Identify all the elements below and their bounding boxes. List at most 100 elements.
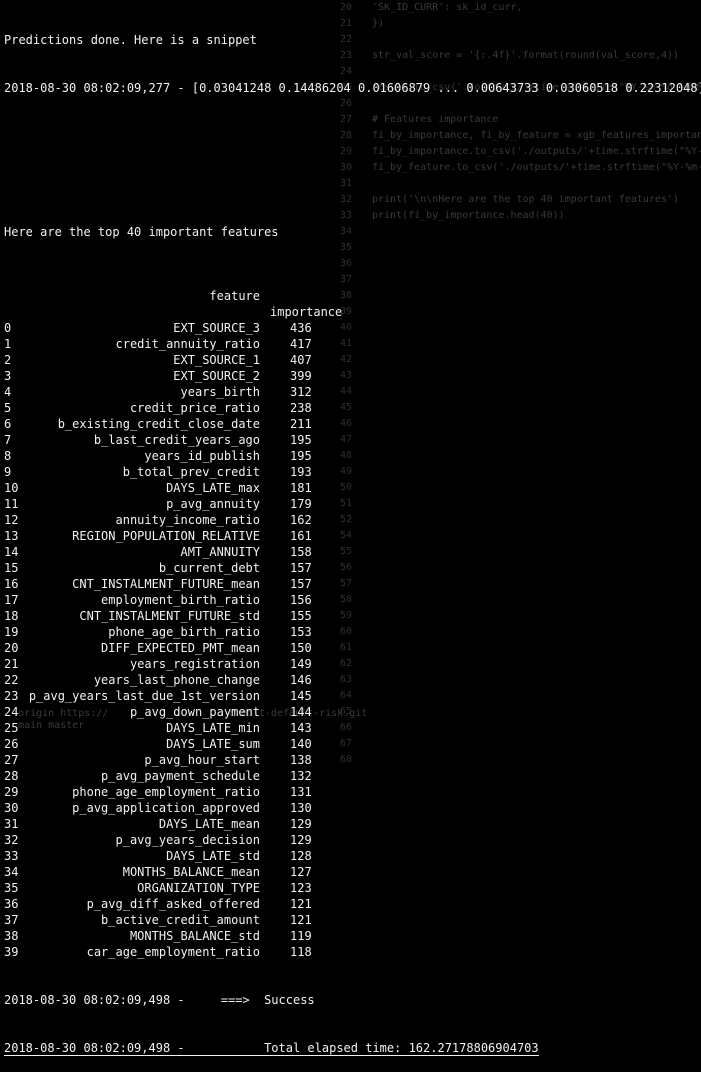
feature-name: MONTHS_BALANCE_mean <box>122 865 260 879</box>
table-row: 0 EXT_SOURCE_3 436 <box>4 320 701 336</box>
features-heading: Here are the top 40 important features <box>4 225 279 239</box>
feature-name: DIFF_EXPECTED_PMT_mean <box>101 641 260 655</box>
row-index: 11 <box>4 497 19 511</box>
row-index: 17 <box>4 593 19 607</box>
feature-table: 0 EXT_SOURCE_3 436 1 credit_annuity_ratio 417… <box>4 320 701 960</box>
table-row: 13 REGION_POPULATION_RELATIVE 161 <box>4 528 701 544</box>
importance-value: 128 <box>290 849 312 863</box>
table-row: 32 p_avg_years_decision 129 <box>4 832 701 848</box>
importance-value: 399 <box>290 369 312 383</box>
table-row: 11 p_avg_annuity 179 <box>4 496 701 512</box>
row-index: 30 <box>4 801 19 815</box>
table-row: 9 b_total_prev_credit 193 <box>4 464 701 480</box>
table-row: 34 MONTHS_BALANCE_mean 127 <box>4 864 701 880</box>
row-index: 6 <box>4 417 12 431</box>
table-row: 36 p_avg_diff_asked_offered 121 <box>4 896 701 912</box>
importance-value: 162 <box>290 513 312 527</box>
row-index: 26 <box>4 737 19 751</box>
importance-value: 157 <box>290 561 312 575</box>
table-row: 17 employment_birth_ratio 156 <box>4 592 701 608</box>
feature-name: p_avg_hour_start <box>144 753 260 767</box>
importance-value: 131 <box>290 785 312 799</box>
elapsed-time-text: 2018-08-30 08:02:09,498 - Total elapsed … <box>4 1041 539 1056</box>
feature-name: b_total_prev_credit <box>122 465 260 479</box>
table-row: 22 years_last_phone_change 146 <box>4 672 701 688</box>
feature-name: DAYS_LATE_std <box>166 849 260 863</box>
table-row: 10 DAYS_LATE_max 181 <box>4 480 701 496</box>
row-index: 16 <box>4 577 19 591</box>
table-row: 3 EXT_SOURCE_2 399 <box>4 368 701 384</box>
terminal-output[interactable]: Predictions done. Here is a snippet 2018… <box>4 0 701 1072</box>
importance-value: 238 <box>290 401 312 415</box>
column-header-importance: importance <box>270 305 343 319</box>
feature-name: phone_age_employment_ratio <box>72 785 260 799</box>
feature-name: credit_annuity_ratio <box>115 337 261 351</box>
feature-name: AMT_ANNUITY <box>180 545 260 559</box>
table-row: 16 CNT_INSTALMENT_FUTURE_mean 157 <box>4 576 701 592</box>
table-row: 20 DIFF_EXPECTED_PMT_mean 150 <box>4 640 701 656</box>
importance-value: 156 <box>290 593 312 607</box>
importance-value: 121 <box>290 897 312 911</box>
table-row: 27 p_avg_hour_start 138 <box>4 752 701 768</box>
feature-name: MONTHS_BALANCE_std <box>129 929 260 943</box>
row-index: 5 <box>4 401 12 415</box>
feature-name: CNT_INSTALMENT_FUTURE_std <box>79 609 260 623</box>
feature-name: phone_age_birth_ratio <box>108 625 260 639</box>
table-row: 28 p_avg_payment_schedule 132 <box>4 768 701 784</box>
importance-value: 118 <box>290 945 312 959</box>
importance-value: 145 <box>290 689 312 703</box>
feature-name: years_registration <box>129 657 260 671</box>
feature-name: ORGANIZATION_TYPE <box>137 881 260 895</box>
table-row: 21 years_registration 149 <box>4 656 701 672</box>
feature-name: years_birth <box>180 385 260 399</box>
importance-value: 146 <box>290 673 312 687</box>
row-index: 9 <box>4 465 12 479</box>
row-index: 34 <box>4 865 19 879</box>
feature-name: p_avg_annuity <box>166 497 260 511</box>
row-index: 32 <box>4 833 19 847</box>
row-index: 0 <box>4 321 12 335</box>
row-index: 31 <box>4 817 19 831</box>
row-index: 27 <box>4 753 19 767</box>
row-index: 35 <box>4 881 19 895</box>
prediction-snippet-line: 2018-08-30 08:02:09,277 - [0.03041248 0.… <box>4 81 701 95</box>
column-header-feature: feature <box>209 289 260 303</box>
row-index: 20 <box>4 641 19 655</box>
importance-value: 129 <box>290 833 312 847</box>
importance-value: 158 <box>290 545 312 559</box>
row-index: 36 <box>4 897 19 911</box>
table-row: 6 b_existing_credit_close_date 211 <box>4 416 701 432</box>
table-row: 8 years_id_publish 195 <box>4 448 701 464</box>
table-row: 19 phone_age_birth_ratio 153 <box>4 624 701 640</box>
table-row: 38 MONTHS_BALANCE_std 119 <box>4 928 701 944</box>
table-row: 23 p_avg_years_last_due_1st_version 145 <box>4 688 701 704</box>
importance-value: 211 <box>290 417 312 431</box>
feature-name: DAYS_LATE_mean <box>158 817 260 831</box>
importance-value: 312 <box>290 385 312 399</box>
table-row: 39 car_age_employment_ratio 118 <box>4 944 701 960</box>
row-index: 14 <box>4 545 19 559</box>
importance-value: 149 <box>290 657 312 671</box>
importance-value: 157 <box>290 577 312 591</box>
feature-name: EXT_SOURCE_2 <box>173 369 260 383</box>
row-index: 33 <box>4 849 19 863</box>
row-index: 21 <box>4 657 19 671</box>
prediction-status-line: Predictions done. Here is a snippet <box>4 33 257 47</box>
feature-name: EXT_SOURCE_1 <box>173 353 260 367</box>
feature-name: p_avg_down_payment <box>129 705 260 719</box>
row-index: 22 <box>4 673 19 687</box>
row-index: 38 <box>4 929 19 943</box>
table-row: 1 credit_annuity_ratio 417 <box>4 336 701 352</box>
importance-value: 179 <box>290 497 312 511</box>
row-index: 2 <box>4 353 12 367</box>
table-row: 25 DAYS_LATE_min 143 <box>4 720 701 736</box>
table-row: 29 phone_age_employment_ratio 131 <box>4 784 701 800</box>
row-index: 19 <box>4 625 19 639</box>
importance-value: 121 <box>290 913 312 927</box>
table-row: 15 b_current_debt 157 <box>4 560 701 576</box>
importance-value: 123 <box>290 881 312 895</box>
row-index: 4 <box>4 385 12 399</box>
importance-value: 132 <box>290 769 312 783</box>
row-index: 10 <box>4 481 19 495</box>
